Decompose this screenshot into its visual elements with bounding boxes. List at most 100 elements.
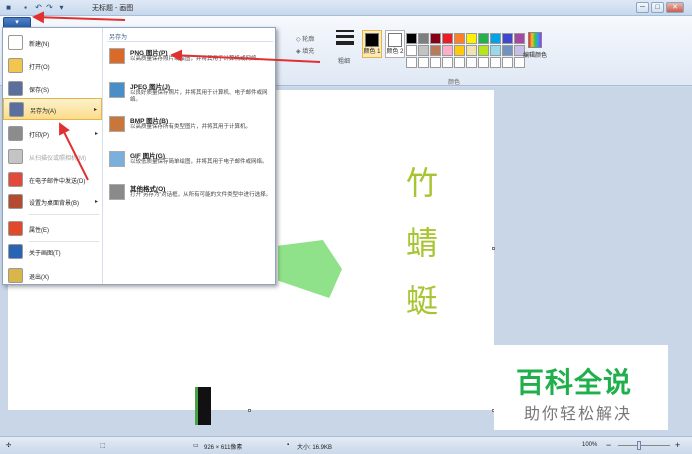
menu-item[interactable]: 设置为桌面背景(B) ▸ xyxy=(3,191,102,213)
file-size-icon: ▪ xyxy=(287,442,290,448)
paint-app-icon[interactable]: ■ xyxy=(3,2,14,13)
palette-color-swatch[interactable] xyxy=(442,57,453,68)
palette-color-swatch[interactable] xyxy=(466,57,477,68)
menu-item[interactable]: 打开(O) xyxy=(3,55,102,77)
palette-color-swatch[interactable] xyxy=(430,33,441,44)
zoom-slider[interactable] xyxy=(618,445,670,446)
edit-colors-button[interactable]: 编辑颜色 xyxy=(522,32,548,59)
properties-icon xyxy=(8,221,23,236)
palette-color-swatch[interactable] xyxy=(406,33,417,44)
palette-color-swatch[interactable] xyxy=(502,33,513,44)
save-as-option[interactable]: PNG 图片(P) 以高质量保存照片或绘图，并将其用于计算机或网络。 xyxy=(105,46,275,80)
menu-item[interactable]: 新建(N) xyxy=(3,32,102,54)
image-dimensions: 926 × 611像素 xyxy=(204,445,243,451)
color2-label: 颜色 2 xyxy=(386,49,404,55)
palette-color-swatch[interactable] xyxy=(502,57,513,68)
palette-color-swatch[interactable] xyxy=(430,57,441,68)
save-as-option[interactable]: JPEG 图片(J) 以良好质量保存照片，并将其用于计算机、电子邮件或网络。 xyxy=(105,80,275,114)
zoom-slider-thumb[interactable] xyxy=(637,441,641,450)
zoom-in-button[interactable]: + xyxy=(675,440,680,450)
minimize-button[interactable]: ─ xyxy=(636,2,649,13)
palette-color-swatch[interactable] xyxy=(466,45,477,56)
submenu-arrow-icon: ▸ xyxy=(94,199,98,205)
title-bar: ■ ▪ ↶ ↷ ▾ 无标题 - 画图 ─ □ ✕ xyxy=(0,0,692,16)
palette-color-swatch[interactable] xyxy=(406,57,417,68)
black-bar xyxy=(195,387,211,425)
print-icon xyxy=(8,126,23,141)
bmp-icon xyxy=(109,116,125,132)
menu-item[interactable]: 退出(X) xyxy=(3,265,102,287)
open-icon xyxy=(8,58,23,73)
resize-handle-right[interactable] xyxy=(492,247,495,250)
palette-color-swatch[interactable] xyxy=(454,57,465,68)
color1-button[interactable]: 颜色 1 xyxy=(362,30,382,58)
palette-color-swatch[interactable] xyxy=(478,57,489,68)
resize-handle-bottom[interactable] xyxy=(248,409,251,412)
file-size: 大小: 16.9KB xyxy=(297,445,333,451)
fill-button[interactable]: ◈ 填充 xyxy=(296,46,314,55)
palette-color-swatch[interactable] xyxy=(466,33,477,44)
other-formats-icon xyxy=(109,184,125,200)
palette-color-swatch[interactable] xyxy=(478,45,489,56)
color1-swatch xyxy=(365,33,379,47)
outline-button[interactable]: ◇ 轮廓 xyxy=(296,34,314,43)
menu-item-label: 打印(P) xyxy=(29,133,49,139)
palette-color-swatch[interactable] xyxy=(442,33,453,44)
menu-item[interactable]: 另存为(A) ▸ xyxy=(3,98,102,120)
customize-icon[interactable]: ▾ xyxy=(56,2,67,13)
outline-label: 轮廓 xyxy=(302,37,315,43)
palette-color-swatch[interactable] xyxy=(454,45,465,56)
palette-color-swatch[interactable] xyxy=(478,33,489,44)
palette-color-swatch[interactable] xyxy=(490,45,501,56)
submenu-divider xyxy=(107,41,273,42)
menu-item[interactable]: 打印(P) ▸ xyxy=(3,123,102,145)
desktop-background-icon xyxy=(8,194,23,209)
color1-label: 颜色 1 xyxy=(363,49,381,55)
save-as-submenu-title: 另存为 xyxy=(109,35,128,41)
watermark: 百科全说 助你轻松解决 xyxy=(494,345,668,430)
menu-item-label: 新建(N) xyxy=(29,42,50,48)
menu-item[interactable]: 在电子邮件中发送(D) xyxy=(3,169,102,191)
size-icon[interactable] xyxy=(336,30,354,52)
fill-label: 填充 xyxy=(302,49,315,55)
menu-item-label: 关于画图(T) xyxy=(29,251,61,257)
canvas-text-char: 蜻 xyxy=(406,224,439,262)
menu-item[interactable]: 关于画图(T) xyxy=(3,241,102,263)
save-as-option-description: 以较低质量保存简单绘图，并将其用于电子邮件或网络。 xyxy=(130,159,268,165)
undo-icon[interactable]: ↶ xyxy=(33,2,44,13)
palette-color-swatch[interactable] xyxy=(442,45,453,56)
palette-color-swatch[interactable] xyxy=(490,57,501,68)
palette-color-swatch[interactable] xyxy=(430,45,441,56)
palette-color-swatch[interactable] xyxy=(406,45,417,56)
palette-color-swatch[interactable] xyxy=(418,33,429,44)
scanner-icon xyxy=(8,149,23,164)
color2-button[interactable]: 颜色 2 xyxy=(385,30,405,58)
save-as-option[interactable]: BMP 图片(B) 以高质量保存所有类型图片，并将其用于计算机。 xyxy=(105,114,275,148)
palette-color-swatch[interactable] xyxy=(454,33,465,44)
canvas-text-char: 竹 xyxy=(406,164,439,202)
save-as-option[interactable]: 其他格式(O) 打开“另存为”对话框，从所有可能的文件类型中进行选择。 xyxy=(105,182,275,216)
menu-item-label: 从扫描仪或照相机(M) xyxy=(29,156,86,162)
zoom-out-button[interactable]: − xyxy=(606,440,611,450)
submenu-arrow-icon: ▸ xyxy=(93,107,97,113)
palette-color-swatch[interactable] xyxy=(418,45,429,56)
menu-item-label: 保存(S) xyxy=(29,88,49,94)
colors-group-label: 颜色 xyxy=(448,80,461,86)
maximize-button[interactable]: □ xyxy=(651,2,664,13)
palette-color-swatch[interactable] xyxy=(490,33,501,44)
redo-icon[interactable]: ↷ xyxy=(44,2,55,13)
save-icon[interactable]: ▪ xyxy=(20,2,31,13)
menu-item[interactable]: 保存(S) xyxy=(3,78,102,100)
gif-icon xyxy=(109,151,125,167)
palette-color-swatch[interactable] xyxy=(502,45,513,56)
selection-size-icon: ⬚ xyxy=(100,443,106,449)
save-as-option-description: 以良好质量保存照片，并将其用于计算机、电子邮件或网络。 xyxy=(130,90,268,103)
save-as-option-description: 以高质量保存照片或绘图，并将其用于计算机或网络。 xyxy=(130,56,263,62)
palette-color-swatch[interactable] xyxy=(418,57,429,68)
menu-item[interactable]: 属性(E) xyxy=(3,218,102,240)
save-icon xyxy=(8,81,23,96)
file-menu-items: 新建(N) 打开(O) 保存(S) 另存为(A) ▸ 打印(P) ▸ 从扫描仪或照相机(M) 在… xyxy=(3,28,103,284)
image-dimensions-icon: ▭ xyxy=(193,443,199,449)
close-button[interactable]: ✕ xyxy=(666,2,684,13)
save-as-option[interactable]: GIF 图片(G) 以较低质量保存简单绘图，并将其用于电子邮件或网络。 xyxy=(105,149,275,183)
